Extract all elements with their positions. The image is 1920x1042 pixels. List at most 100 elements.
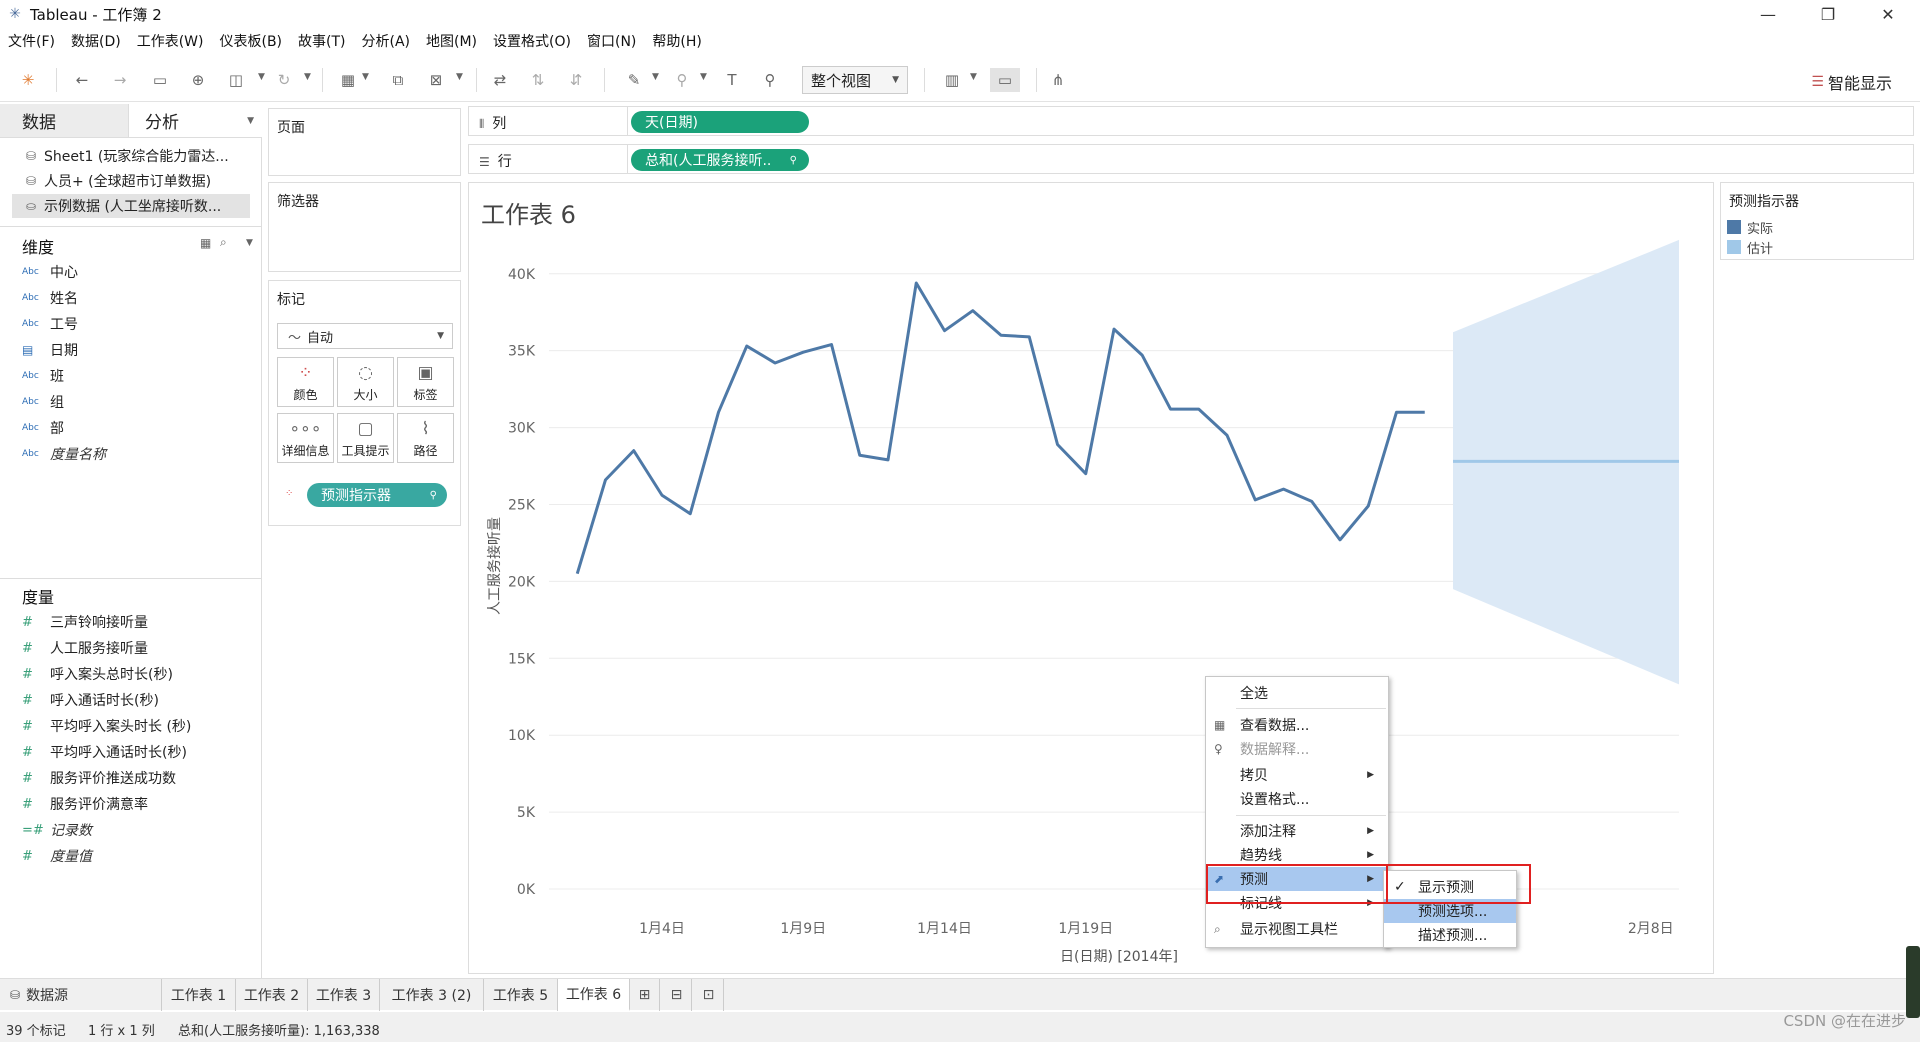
dimension-field[interactable]: Abc 班 xyxy=(22,364,64,388)
dimension-field[interactable]: Abc 工号 xyxy=(22,312,78,336)
fit-view-dropdown[interactable]: 整个视图 ▼ xyxy=(802,66,908,94)
chevron-down-icon[interactable]: ▼ xyxy=(652,72,659,82)
pause-updates-icon[interactable]: ◫ xyxy=(224,68,248,92)
tab-sheet-3[interactable]: 工作表 3 xyxy=(308,979,380,1011)
chevron-down-icon[interactable]: ▼ xyxy=(258,72,265,82)
datasource-item-selected[interactable]: ⛀ 示例数据 (人工坐席接听数... xyxy=(12,194,250,218)
color-button[interactable]: ⁘ 颜色 xyxy=(277,357,334,407)
close-window-button[interactable]: ✕ xyxy=(1860,0,1916,28)
presentation-mode-icon[interactable]: ▭ xyxy=(990,68,1020,92)
menu-window[interactable]: 窗口(N) xyxy=(579,31,644,51)
scroll-handle[interactable] xyxy=(1906,946,1920,1018)
menu-item-copy[interactable]: 拷贝 ▶ xyxy=(1206,763,1388,787)
highlight-icon[interactable]: ✎ xyxy=(622,68,646,92)
columns-pill[interactable]: 天(日期) xyxy=(631,111,809,133)
new-worksheet-icon[interactable]: ▦ xyxy=(336,68,360,92)
tooltip-button[interactable]: ▢ 工具提示 xyxy=(337,413,394,463)
menu-format[interactable]: 设置格式(O) xyxy=(485,31,579,51)
menu-story[interactable]: 故事(T) xyxy=(290,31,353,51)
rows-shelf[interactable]: ☰ 行 总和(人工服务接听.. ⚲ xyxy=(468,144,1914,174)
rows-pill[interactable]: 总和(人工服务接听.. ⚲ xyxy=(631,149,809,171)
chevron-down-icon[interactable]: ▼ xyxy=(970,72,977,82)
measure-field[interactable]: # 平均呼入通话时长(秒) xyxy=(22,740,187,764)
dimension-field[interactable]: Abc 度量名称 xyxy=(22,442,106,466)
new-worksheet-tab-icon[interactable]: ⊞ xyxy=(630,979,660,1011)
detail-button[interactable]: ∘∘∘ 详细信息 xyxy=(277,413,334,463)
tab-sheet-3-2[interactable]: 工作表 3 (2) xyxy=(380,979,484,1011)
dimension-field[interactable]: ▤ 日期 xyxy=(22,338,78,362)
path-button[interactable]: ⌇ 路径 xyxy=(397,413,454,463)
columns-shelf[interactable]: ⦀ 列 天(日期) xyxy=(468,106,1914,136)
chevron-down-icon[interactable]: ▼ xyxy=(246,238,253,248)
view-options-icon[interactable]: ▦ xyxy=(200,236,211,250)
new-story-tab-icon[interactable]: ⊡ xyxy=(694,979,724,1011)
dimension-field[interactable]: Abc 组 xyxy=(22,390,64,414)
measure-field[interactable]: # 服务评价推送成功数 xyxy=(22,766,176,790)
chevron-down-icon[interactable]: ▼ xyxy=(304,72,311,82)
show-mark-labels-icon[interactable]: T xyxy=(720,68,744,92)
share-icon[interactable]: ⋔ xyxy=(1046,68,1070,92)
chevron-down-icon[interactable]: ▼ xyxy=(700,72,707,82)
measure-field[interactable]: # 度量值 xyxy=(22,844,92,868)
size-button[interactable]: ◌ 大小 xyxy=(337,357,394,407)
tab-datasource[interactable]: ⛁ 数据源 xyxy=(0,979,162,1011)
dimension-field[interactable]: Abc 部 xyxy=(22,416,64,440)
menu-worksheet[interactable]: 工作表(W) xyxy=(129,31,212,51)
menu-item-select-all[interactable]: 全选 xyxy=(1206,681,1388,705)
marks-type-dropdown[interactable]: 〜 自动 ▼ xyxy=(277,323,453,349)
menu-item-format[interactable]: 设置格式... xyxy=(1206,787,1388,811)
menu-item-view-data[interactable]: ▦ 查看数据... xyxy=(1206,713,1388,737)
measure-field[interactable]: # 呼入案头总时长(秒) xyxy=(22,662,173,686)
refresh-icon[interactable]: ↻ xyxy=(272,68,296,92)
menu-analysis[interactable]: 分析(A) xyxy=(354,31,419,51)
maximize-button[interactable]: ❐ xyxy=(1800,0,1856,28)
menu-item-annotate[interactable]: 添加注释 ▶ xyxy=(1206,819,1388,843)
menu-item-describe-forecast[interactable]: 描述预测... xyxy=(1384,923,1516,947)
chevron-down-icon[interactable]: ▼ xyxy=(362,72,369,82)
filters-shelf[interactable]: 筛选器 xyxy=(268,182,461,272)
show-me-button[interactable]: ☰ 智能显示 xyxy=(1811,70,1892,94)
measure-field[interactable]: # 平均呼入案头时长 (秒) xyxy=(22,714,191,738)
sort-ascending-icon[interactable]: ⇅ xyxy=(526,68,550,92)
menu-item-show-view-toolbar[interactable]: ⌕ 显示视图工具栏 xyxy=(1206,917,1388,941)
swap-rows-columns-icon[interactable]: ⇄ xyxy=(488,68,512,92)
label-button[interactable]: ▣ 标签 xyxy=(397,357,454,407)
chevron-down-icon[interactable]: ▼ xyxy=(456,72,463,82)
search-icon[interactable]: ⌕ xyxy=(220,235,227,250)
dimension-field[interactable]: Abc 姓名 xyxy=(22,286,78,310)
menu-map[interactable]: 地图(M) xyxy=(418,31,485,51)
minimize-button[interactable]: — xyxy=(1740,0,1796,28)
tab-sheet-6[interactable]: 工作表 6 xyxy=(558,979,630,1011)
viz-area[interactable]: 工作表 6 0K 5K 10K 15K 20K 25K 30K 35K 40K 1月4日 1月9日 1… xyxy=(468,182,1714,974)
new-datasource-icon[interactable]: ⊕ xyxy=(186,68,210,92)
tableau-start-icon[interactable]: ✳ xyxy=(16,68,40,92)
forecast-indicator-pill[interactable]: 预测指示器 ⚲ xyxy=(307,483,447,507)
measure-field[interactable]: # 呼入通话时长(秒) xyxy=(22,688,159,712)
legend-item-actual[interactable]: 实际 xyxy=(1727,217,1773,237)
tab-sheet-1[interactable]: 工作表 1 xyxy=(162,979,236,1011)
tab-sheet-2[interactable]: 工作表 2 xyxy=(236,979,308,1011)
redo-icon[interactable]: → xyxy=(108,68,132,92)
menu-item-explain-data[interactable]: ♀ 数据解释... xyxy=(1206,737,1388,761)
tab-analysis[interactable]: 分析 ▼ xyxy=(128,104,262,138)
dimension-field[interactable]: Abc 中心 xyxy=(22,260,78,284)
new-dashboard-tab-icon[interactable]: ⊟ xyxy=(662,979,692,1011)
menu-data[interactable]: 数据(D) xyxy=(63,31,129,51)
sort-descending-icon[interactable]: ⇵ xyxy=(564,68,588,92)
measure-field[interactable]: # 人工服务接听量 xyxy=(22,636,148,660)
tab-sheet-5[interactable]: 工作表 5 xyxy=(484,979,558,1011)
measure-field[interactable]: # 三声铃响接听量 xyxy=(22,610,148,634)
clear-sheet-icon[interactable]: ⊠ xyxy=(424,68,448,92)
menu-file[interactable]: 文件(F) xyxy=(0,31,63,51)
forecast-line-chart[interactable]: 0K 5K 10K 15K 20K 25K 30K 35K 40K 1月4日 1月9日 1月14日 1月… xyxy=(469,183,1713,973)
pages-shelf[interactable]: 页面 xyxy=(268,108,461,176)
datasource-item[interactable]: ⛁ Sheet1 (玩家综合能力雷达... xyxy=(12,144,250,168)
measure-field[interactable]: # 服务评价满意率 xyxy=(22,792,148,816)
fix-axes-icon[interactable]: ⚲ xyxy=(758,68,782,92)
undo-icon[interactable]: ← xyxy=(70,68,94,92)
datasource-item[interactable]: ⛁ 人员+ (全球超市订单数据) xyxy=(12,169,250,193)
measure-field[interactable]: =# 记录数 xyxy=(22,818,92,842)
tab-data[interactable]: 数据 xyxy=(0,104,128,138)
show-cards-icon[interactable]: ▥ xyxy=(940,68,964,92)
save-icon[interactable]: ▭ xyxy=(148,68,172,92)
